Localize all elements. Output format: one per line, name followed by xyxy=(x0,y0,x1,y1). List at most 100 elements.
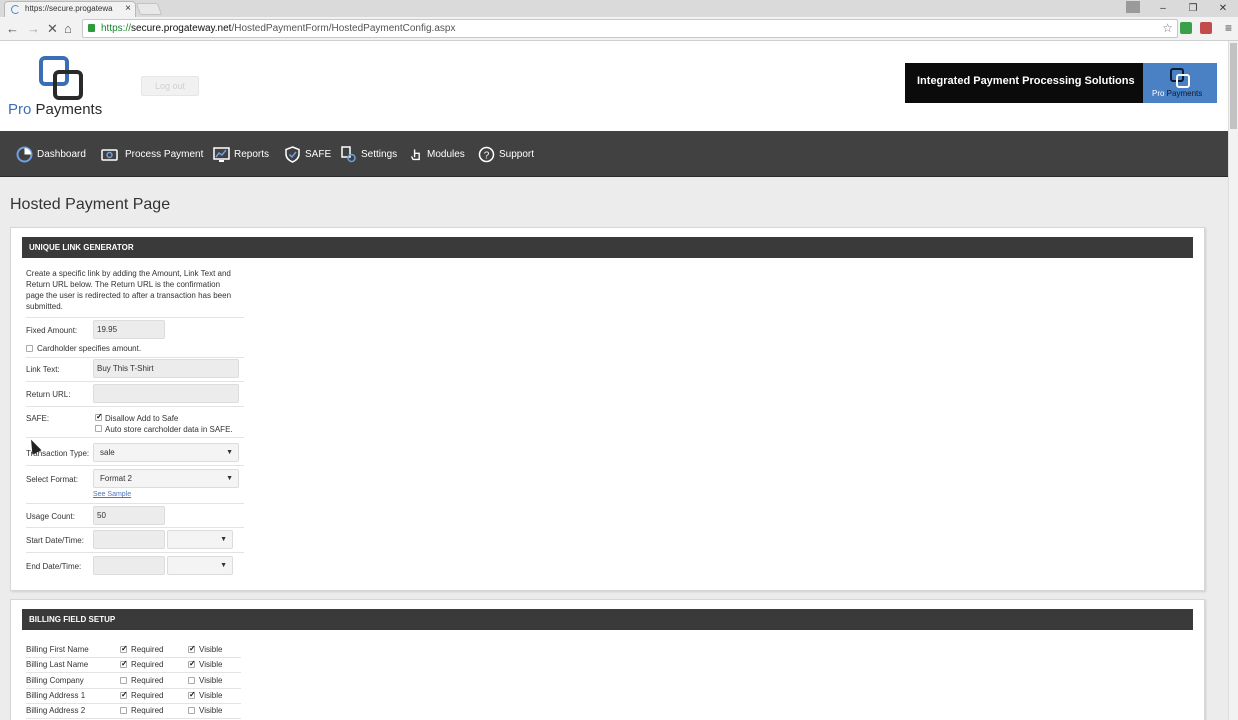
nav-label: Modules xyxy=(427,149,465,160)
page-scrollbar[interactable] xyxy=(1228,41,1238,720)
start-date-input[interactable] xyxy=(93,530,165,549)
browser-menu-icon[interactable]: ≡ xyxy=(1225,22,1232,34)
end-date-input[interactable] xyxy=(93,556,165,575)
nav-dashboard[interactable]: Dashboard xyxy=(16,146,86,163)
disallow-safe-checkbox[interactable] xyxy=(95,412,103,421)
dropdown-arrow-icon: ▼ xyxy=(220,562,227,569)
usage-count-label: Usage Count: xyxy=(26,512,75,521)
address-bar[interactable]: https://secure.progateway.net/HostedPaym… xyxy=(82,19,1178,38)
return-url-label: Return URL: xyxy=(26,390,71,399)
scrollbar-thumb[interactable] xyxy=(1230,43,1237,129)
banner-logo: Pro Payments xyxy=(1143,63,1217,103)
required-label: Required xyxy=(131,690,164,700)
visible-checkbox[interactable] xyxy=(188,690,196,699)
visible-label: Visible xyxy=(199,706,223,716)
help-icon: ? xyxy=(478,146,495,163)
visible-checkbox[interactable] xyxy=(188,659,196,669)
disallow-safe-label: Disallow Add to Safe xyxy=(105,414,179,423)
divider xyxy=(26,317,244,318)
restore-icon[interactable]: ❐ xyxy=(1178,0,1208,17)
divider xyxy=(26,657,241,658)
see-sample-link[interactable]: See Sample xyxy=(93,491,131,498)
visible-checkbox[interactable] xyxy=(188,676,195,684)
return-url-input[interactable] xyxy=(93,384,239,403)
billing-field-setup-card: BILLING FIELD SETUP Billing First Name Re… xyxy=(10,599,1205,720)
required-checkbox[interactable] xyxy=(120,690,128,699)
transaction-type-select[interactable]: sale ▼ xyxy=(93,443,239,462)
nav-process-payment[interactable]: Process Payment xyxy=(98,146,203,163)
cardholder-amount-checkbox[interactable] xyxy=(26,345,33,352)
banner-logo-pro: Pro xyxy=(1152,89,1165,98)
page-title: Hosted Payment Page xyxy=(10,196,171,213)
extension-icon[interactable] xyxy=(1180,22,1192,34)
profile-icon[interactable] xyxy=(1126,1,1140,13)
back-icon[interactable]: ← xyxy=(6,20,19,38)
divider xyxy=(26,357,244,358)
transaction-type-value: sale xyxy=(100,448,115,457)
nav-label: Settings xyxy=(361,149,398,160)
extension-icon[interactable] xyxy=(1200,22,1212,34)
billing-field-label: Billing Address 2 xyxy=(26,706,86,716)
shield-icon xyxy=(285,146,300,163)
divider xyxy=(26,702,241,704)
visible-checkbox[interactable] xyxy=(188,707,195,715)
auto-store-label: Auto store carcholder data in SAFE. xyxy=(105,425,233,434)
reports-icon xyxy=(213,147,230,162)
unique-link-generator-card: UNIQUE LINK GENERATOR Create a specific … xyxy=(10,227,1205,591)
home-icon[interactable]: ⌂ xyxy=(64,20,72,38)
select-format-select[interactable]: Format 2 ▼ xyxy=(93,469,239,488)
billing-field-label: Billing Company xyxy=(26,675,84,685)
required-checkbox[interactable] xyxy=(120,659,128,669)
usage-count-input[interactable]: 50 xyxy=(93,506,165,525)
auto-store-checkbox[interactable] xyxy=(95,425,102,432)
link-generator-description: Create a specific link by adding the Amo… xyxy=(26,269,232,311)
start-datetime-label: Start Date/Time: xyxy=(26,536,84,545)
browser-toolbar: ← → ✕ ⌂ https://secure.progateway.net/Ho… xyxy=(0,17,1238,41)
divider xyxy=(26,527,244,528)
required-checkbox[interactable] xyxy=(120,644,128,653)
end-datetime-label: End Date/Time: xyxy=(26,562,82,571)
required-label: Required xyxy=(131,660,164,670)
bookmark-star-icon[interactable]: ☆ xyxy=(1162,20,1173,37)
pro-payments-logo[interactable]: Pro Payments xyxy=(8,55,120,123)
dropdown-arrow-icon: ▼ xyxy=(226,449,233,456)
link-text-input[interactable]: Buy This T-Shirt xyxy=(93,359,239,378)
url-path: /HostedPaymentForm/HostedPaymentConfig.a… xyxy=(231,23,456,34)
process-payment-icon xyxy=(101,149,118,161)
new-tab-button[interactable] xyxy=(135,3,163,15)
dropdown-arrow-icon: ▼ xyxy=(220,536,227,543)
divider xyxy=(26,381,244,382)
divider xyxy=(26,406,244,407)
dashboard-icon xyxy=(16,146,33,163)
close-tab-icon[interactable]: × xyxy=(125,3,131,14)
nav-support[interactable]: ? Support xyxy=(478,146,534,163)
logout-button[interactable]: Log out xyxy=(141,76,199,96)
svg-text:?: ? xyxy=(484,151,490,162)
nav-safe[interactable]: SAFE xyxy=(284,146,331,163)
select-format-label: Select Format: xyxy=(26,475,79,484)
billing-field-label: Billing Address 1 xyxy=(26,690,86,700)
start-time-select[interactable]: ▼ xyxy=(167,530,233,549)
fixed-amount-input[interactable]: 19.95 xyxy=(93,320,165,339)
card-header: BILLING FIELD SETUP xyxy=(22,609,1193,630)
nav-settings[interactable]: Settings xyxy=(340,146,397,163)
nav-label: SAFE xyxy=(305,149,332,160)
stop-loading-icon[interactable]: ✕ xyxy=(47,20,58,38)
close-window-icon[interactable]: ✕ xyxy=(1208,0,1238,17)
visible-checkbox[interactable] xyxy=(188,644,196,653)
billing-field-label: Billing First Name xyxy=(26,645,89,654)
nav-reports[interactable]: Reports xyxy=(213,146,269,163)
site-header: Pro Payments Log out Integrated Payment … xyxy=(0,41,1228,131)
nav-modules[interactable]: Modules xyxy=(410,146,465,163)
divider xyxy=(26,718,241,720)
end-time-select[interactable]: ▼ xyxy=(167,556,233,575)
browser-tab-bar: https://secure.progatewa × – ❐ ✕ xyxy=(0,0,1238,17)
logo-mark-icon xyxy=(39,56,83,100)
nav-label: Dashboard xyxy=(37,149,86,160)
browser-tab[interactable]: https://secure.progatewa × xyxy=(4,1,136,17)
visible-label: Visible xyxy=(199,660,223,670)
required-checkbox[interactable] xyxy=(120,676,127,684)
minimize-icon[interactable]: – xyxy=(1148,0,1178,17)
forward-icon[interactable]: → xyxy=(27,20,40,38)
required-checkbox[interactable] xyxy=(120,707,127,715)
